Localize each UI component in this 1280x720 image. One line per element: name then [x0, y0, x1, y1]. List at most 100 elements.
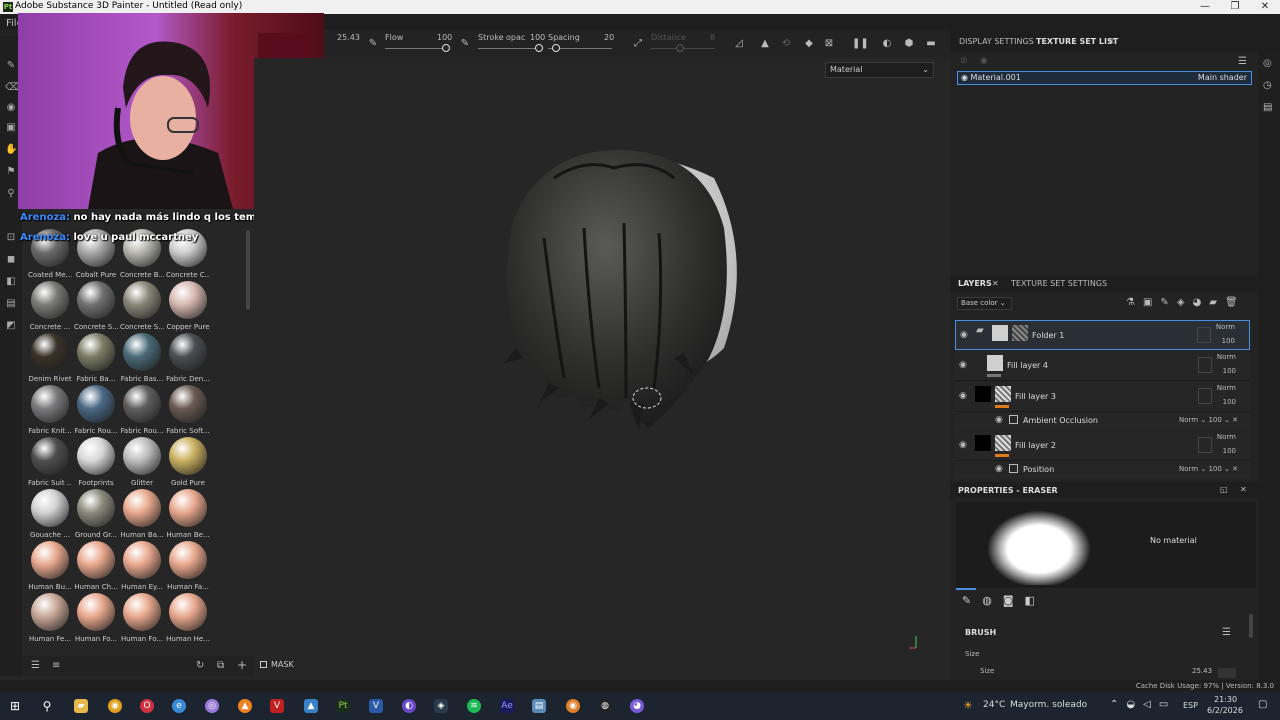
layer-row[interactable]: ◉ ▰ Folder 1 Norm 100 [955, 320, 1250, 350]
mirror-icon[interactable]: ▲ [759, 38, 771, 50]
add-mask-icon[interactable]: ▣ [1143, 297, 1160, 308]
material-thumbnail[interactable]: Fabric Rou... [74, 385, 118, 435]
filter-icon[interactable]: ☰ [31, 660, 40, 671]
layer-opacity[interactable]: 100 [1222, 337, 1235, 345]
3d-viewport[interactable] [254, 58, 942, 676]
voicemod-icon[interactable]: V [270, 699, 284, 713]
layer-color-box[interactable] [1198, 388, 1212, 404]
material-thumbnail[interactable]: Human Ey... [120, 541, 164, 591]
add-icon[interactable]: + [237, 658, 247, 672]
weather-text[interactable]: Mayorm. soleado [1010, 700, 1087, 710]
color-picker-icon[interactable]: ⚲ [5, 188, 17, 200]
eye-icon[interactable]: ◉ [995, 464, 1003, 474]
material-thumbnail[interactable]: Fabric Soft... [166, 385, 210, 435]
layer-row[interactable]: ◉ Fill layer 3 Norm 100 [955, 382, 1250, 412]
add-paint-layer-icon[interactable]: ✎ [1160, 297, 1176, 308]
settings-app-icon[interactable]: ◎ [205, 699, 219, 713]
link-icon[interactable]: ⊘ [960, 56, 968, 66]
blender-icon[interactable]: ◐ [402, 699, 416, 713]
material-thumbnail[interactable]: Human Bu... [28, 541, 72, 591]
effect-row[interactable]: ◉ Ambient Occlusion Norm ⌄ 100 ⌄ ✕ [955, 412, 1250, 430]
spacing-slider-handle[interactable] [552, 44, 560, 52]
edge-icon[interactable]: e [172, 699, 186, 713]
visibility-icon[interactable]: ◉ [980, 56, 988, 66]
weather-temp[interactable]: 24°C [983, 700, 1005, 710]
properties-scrollbar[interactable] [1249, 614, 1253, 638]
material-thumbnail[interactable]: Human Fe... [28, 593, 72, 643]
layer-color-box[interactable] [1197, 327, 1211, 343]
layer-row[interactable]: ◉ Fill layer 2 Norm 100 [955, 431, 1250, 461]
delete-layer-icon[interactable]: 🗑 [1225, 297, 1246, 308]
spacing-value[interactable]: 20 [604, 33, 614, 42]
material-thumbnail[interactable]: Human He... [166, 593, 210, 643]
settings-menu-icon[interactable]: ☰ [1238, 56, 1247, 67]
tab-texture-set-list[interactable]: TEXTURE SET LIST [1036, 37, 1118, 46]
add-fill-layer-icon[interactable]: ◈ [1177, 297, 1193, 308]
geometry-mask-icon[interactable]: ▣ [5, 122, 17, 134]
symmetry-icon[interactable]: ◿ [733, 38, 745, 50]
mirror-axis-icon[interactable]: ⟲ [780, 38, 792, 50]
environment-icon[interactable]: ◩ [5, 320, 17, 332]
notes-icon[interactable]: ▤ [532, 699, 546, 713]
stroke-slider-handle[interactable] [535, 44, 543, 52]
stencil-tab-icon[interactable]: ◧ [1025, 594, 1046, 607]
minimize-button[interactable]: — [1190, 0, 1220, 14]
opera-icon[interactable]: O [140, 699, 154, 713]
material-thumbnail[interactable]: Human Be... [166, 489, 210, 539]
clone-tool-icon[interactable]: ⚑ [5, 166, 17, 178]
channel-dropdown[interactable]: Base color ⌄ [957, 297, 1012, 310]
textures-icon[interactable]: ▤ [5, 298, 17, 310]
eye-icon[interactable]: ◉ [959, 360, 969, 370]
lazy-mouse-icon[interactable]: ⤢ [632, 38, 644, 50]
history-icon[interactable]: ◷ [1263, 80, 1272, 91]
screenshot-icon[interactable]: ▬ [925, 38, 937, 50]
tab-layers[interactable]: LAYERS [958, 279, 992, 288]
photos-icon[interactable]: ▲ [304, 699, 318, 713]
paint-tool-icon[interactable]: ✎ [5, 60, 17, 72]
material-thumbnail[interactable]: Gold Pure [166, 437, 210, 487]
material-thumbnail[interactable]: Fabric Rou... [120, 385, 164, 435]
close-properties-icon[interactable]: ✕ [1240, 485, 1247, 494]
layer-blend[interactable]: Norm [1217, 384, 1236, 392]
material-thumbnail[interactable]: Fabric Knit... [28, 385, 72, 435]
texture-set-shader[interactable]: Main shader [1198, 72, 1247, 84]
material-thumbnail[interactable]: Concrete S... [74, 281, 118, 331]
layer-blend[interactable]: Norm [1217, 433, 1236, 441]
projection-icon[interactable]: ◆ [803, 38, 815, 50]
vlc-icon[interactable]: ▲ [238, 699, 252, 713]
log-icon[interactable]: ▤ [1263, 102, 1272, 113]
material-thumbnail[interactable]: Copper Pure [166, 281, 210, 331]
layer-color-box[interactable] [1198, 357, 1212, 373]
refresh-icon[interactable]: ↻ [196, 660, 204, 671]
add-effect-icon[interactable]: ⚗ [1126, 297, 1143, 308]
material-thumbnail[interactable]: Human Fo... [120, 593, 164, 643]
clock-date[interactable]: 6/2/2026 [1207, 706, 1243, 715]
material-thumbnail[interactable]: Human Ba... [120, 489, 164, 539]
language-indicator[interactable]: ESP [1183, 701, 1198, 710]
material-thumbnail[interactable]: Human Fo... [74, 593, 118, 643]
material-thumbnail[interactable]: Concrete S... [120, 281, 164, 331]
substance-painter-icon[interactable]: Pt [336, 699, 350, 713]
flow-value[interactable]: 100 [437, 33, 452, 42]
layer-color-box[interactable] [1198, 437, 1212, 453]
layer-opacity[interactable]: 100 [1223, 398, 1236, 406]
add-smart-material-icon[interactable]: ◕ [1193, 297, 1210, 308]
material-thumbnail[interactable]: Footprints [74, 437, 118, 487]
effect-row[interactable]: ◉ Position Norm ⌄ 100 ⌄ ✕ [955, 461, 1250, 479]
layer-blend[interactable]: Norm [1216, 323, 1235, 331]
material-tab-icon[interactable]: ◍ [982, 594, 1003, 607]
material-thumbnail[interactable]: Human Fa... [166, 541, 210, 591]
clock-time[interactable]: 21:30 [1214, 695, 1237, 704]
close-layers-icon[interactable]: ✕ [992, 279, 999, 288]
maximize-button[interactable]: ❐ [1220, 0, 1250, 14]
stroke-opacity-value[interactable]: 100 [530, 33, 545, 42]
smart-materials-icon[interactable]: ◧ [5, 276, 17, 288]
effect-blend-opacity[interactable]: Norm ⌄ 100 ⌄ ✕ [1179, 465, 1238, 473]
material-thumbnail[interactable]: Concrete ... [28, 281, 72, 331]
material-thumbnail[interactable]: Human Ch... [74, 541, 118, 591]
distance-value[interactable]: 8 [710, 33, 715, 42]
brush-menu-icon[interactable]: ☰ [1222, 627, 1231, 638]
render-mode-icon[interactable]: ⬢ [903, 38, 915, 50]
material-thumbnail[interactable]: Fabric Ba... [74, 333, 118, 383]
material-thumbnail[interactable]: Gouache ... [28, 489, 72, 539]
